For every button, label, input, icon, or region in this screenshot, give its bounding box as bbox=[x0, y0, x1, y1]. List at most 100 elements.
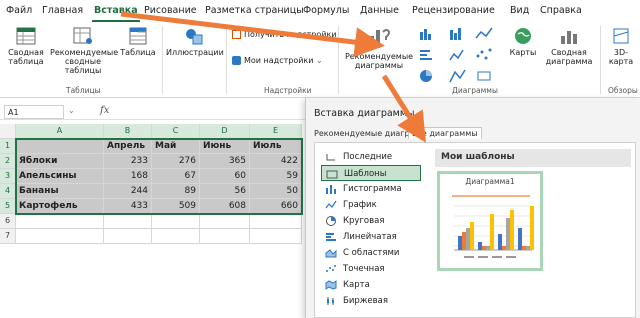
column-chart-icon bbox=[326, 185, 336, 194]
group-tables-label: Таблицы bbox=[66, 86, 101, 95]
cell-c1[interactable]: Май bbox=[152, 139, 200, 154]
illustrations-button[interactable]: Иллюстрации bbox=[166, 26, 224, 57]
chart-type-scatter[interactable]: Точечная bbox=[321, 261, 421, 277]
get-addins-button[interactable]: Получить надстройки bbox=[232, 30, 337, 39]
select-all-corner[interactable] bbox=[0, 124, 16, 139]
recommended-charts-label: Рекомендуемые диаграммы bbox=[344, 52, 414, 70]
my-addins-button[interactable]: Мои надстройки ⌄ bbox=[232, 56, 323, 65]
tab-review[interactable]: Рецензирование bbox=[412, 5, 495, 19]
row-header[interactable]: 2 bbox=[0, 154, 16, 169]
table-button[interactable]: Таблица bbox=[118, 26, 158, 57]
column-header-e[interactable]: E bbox=[250, 124, 302, 139]
cell-c2[interactable]: 276 bbox=[152, 154, 200, 169]
tab-data[interactable]: Данные bbox=[360, 5, 399, 19]
tab-draw[interactable]: Рисование bbox=[144, 5, 197, 19]
ribbon-separator bbox=[338, 26, 339, 94]
chevron-down-icon: ⌄ bbox=[316, 56, 323, 65]
empty-cell[interactable] bbox=[152, 229, 200, 244]
recommended-charts-button[interactable]: Рекомендуемые диаграммы bbox=[344, 26, 414, 70]
tab-all-charts[interactable]: Все диаграммы bbox=[408, 127, 482, 139]
column-header-a[interactable]: A bbox=[16, 124, 104, 139]
cell-a3[interactable]: Апельсины bbox=[16, 169, 104, 184]
chart-type-pie[interactable]: Круговая bbox=[321, 213, 421, 229]
cell-b3[interactable]: 168 bbox=[104, 169, 152, 184]
formula-bar: A1 ⌄ fx bbox=[0, 104, 305, 120]
tab-home[interactable]: Главная bbox=[42, 5, 83, 19]
chart-type-map[interactable]: Карта bbox=[321, 277, 421, 293]
tab-page-layout[interactable]: Разметка страницы bbox=[205, 5, 304, 19]
row-header[interactable]: 3 bbox=[0, 169, 16, 184]
cell-e2[interactable]: 422 bbox=[250, 154, 302, 169]
cell-d1[interactable]: Июнь bbox=[200, 139, 250, 154]
cell-b4[interactable]: 244 bbox=[104, 184, 152, 199]
cell-e3[interactable]: 59 bbox=[250, 169, 302, 184]
tab-view[interactable]: Вид bbox=[510, 5, 529, 19]
pivot-table-button[interactable]: Сводная таблица bbox=[4, 26, 48, 66]
recommended-pivot-button[interactable]: Рекомендуемые сводные таблицы bbox=[50, 26, 119, 75]
empty-cell[interactable] bbox=[104, 229, 152, 244]
dialog-body: Последние Шаблоны Гистограмма График Кру… bbox=[314, 142, 636, 318]
chart-type-recent[interactable]: Последние bbox=[321, 149, 421, 165]
tab-insert[interactable]: Вставка bbox=[92, 5, 140, 23]
cell-a1[interactable] bbox=[16, 139, 104, 154]
cell-d4[interactable]: 56 bbox=[200, 184, 250, 199]
chart-type-area[interactable]: С областями bbox=[321, 245, 421, 261]
empty-cell[interactable] bbox=[200, 214, 250, 229]
tab-formulas[interactable]: Формулы bbox=[303, 5, 349, 19]
recommended-pivot-label: Рекомендуемые сводные таблицы bbox=[50, 48, 119, 75]
cell-e5[interactable]: 660 bbox=[250, 199, 302, 214]
chart-gallery[interactable] bbox=[418, 26, 504, 89]
cell-b5[interactable]: 433 bbox=[104, 199, 152, 214]
column-header-b[interactable]: B bbox=[104, 124, 152, 139]
cell-d2[interactable]: 365 bbox=[200, 154, 250, 169]
name-box[interactable]: A1 bbox=[4, 105, 64, 119]
chart-type-line[interactable]: График bbox=[321, 197, 421, 213]
tab-help[interactable]: Справка bbox=[540, 5, 582, 19]
name-box-dropdown-icon[interactable]: ⌄ bbox=[68, 106, 75, 115]
map-3d-button[interactable]: 3D-карта bbox=[604, 26, 638, 66]
row-header[interactable]: 1 bbox=[0, 139, 16, 154]
recent-icon bbox=[326, 154, 335, 161]
pivot-chart-button[interactable]: Сводная диаграмма bbox=[542, 26, 596, 66]
cell-e4[interactable]: 50 bbox=[250, 184, 302, 199]
cell-c3[interactable]: 67 bbox=[152, 169, 200, 184]
chart-type-label: Шаблоны bbox=[344, 169, 387, 179]
cell-b1[interactable]: Апрель bbox=[104, 139, 152, 154]
empty-cell[interactable] bbox=[16, 229, 104, 244]
empty-cell[interactable] bbox=[250, 229, 302, 244]
chart-type-bar[interactable]: Линейчатая bbox=[321, 229, 421, 245]
empty-cell[interactable] bbox=[104, 214, 152, 229]
empty-cell[interactable] bbox=[152, 214, 200, 229]
chart-type-label: Последние bbox=[343, 152, 393, 162]
empty-cell[interactable] bbox=[250, 214, 302, 229]
row-header[interactable]: 4 bbox=[0, 184, 16, 199]
chart-type-label: Круговая bbox=[343, 216, 385, 226]
chart-type-label: Карта bbox=[343, 280, 370, 290]
tab-file[interactable]: Файл bbox=[6, 5, 32, 19]
chart-type-templates[interactable]: Шаблоны bbox=[321, 165, 421, 181]
maps-label: Карты bbox=[509, 48, 537, 57]
fx-icon[interactable]: fx bbox=[100, 105, 109, 116]
empty-cell[interactable] bbox=[16, 214, 104, 229]
cell-d3[interactable]: 60 bbox=[200, 169, 250, 184]
cell-e1[interactable]: Июль bbox=[250, 139, 302, 154]
row-header[interactable]: 7 bbox=[0, 229, 16, 244]
cell-a4[interactable]: Бананы bbox=[16, 184, 104, 199]
chart-type-column[interactable]: Гистограмма bbox=[321, 181, 421, 197]
cell-a2[interactable]: Яблоки bbox=[16, 154, 104, 169]
chart-type-label: График bbox=[343, 200, 377, 210]
cell-d5[interactable]: 608 bbox=[200, 199, 250, 214]
chart-type-label: Гистограмма bbox=[343, 184, 402, 194]
cell-a5[interactable]: Картофель bbox=[16, 199, 104, 214]
row-header[interactable]: 5 bbox=[0, 199, 16, 214]
template-card[interactable]: Диаграмма1 bbox=[437, 171, 543, 271]
row-header[interactable]: 6 bbox=[0, 214, 16, 229]
cell-b2[interactable]: 233 bbox=[104, 154, 152, 169]
cell-c5[interactable]: 509 bbox=[152, 199, 200, 214]
column-header-c[interactable]: C bbox=[152, 124, 200, 139]
column-header-d[interactable]: D bbox=[200, 124, 250, 139]
chart-type-stock[interactable]: Биржевая bbox=[321, 293, 421, 309]
empty-cell[interactable] bbox=[200, 229, 250, 244]
cell-c4[interactable]: 89 bbox=[152, 184, 200, 199]
maps-button[interactable]: Карты bbox=[508, 26, 538, 57]
